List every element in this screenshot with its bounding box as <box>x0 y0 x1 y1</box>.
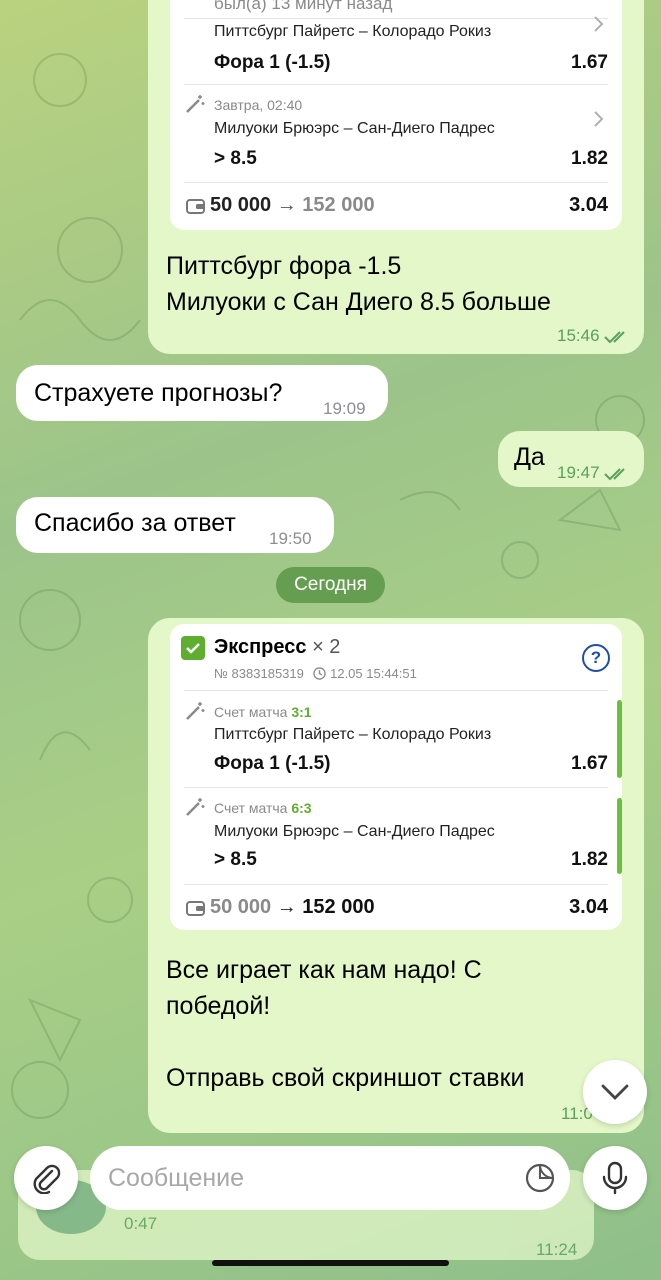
magic-wand-icon <box>184 796 206 823</box>
wallet-icon <box>186 899 206 922</box>
leg-1-odds: 1.67 <box>571 753 608 774</box>
leg-1-market: Фора 1 (-1.5) <box>214 52 331 73</box>
arrow-right-icon: → <box>276 194 303 216</box>
outgoing-bubble-3: Да 19:47 <box>498 431 644 487</box>
message-text: Страхуете прогнозы? <box>34 379 283 407</box>
leg-divider <box>184 787 608 788</box>
leg-status-bar <box>617 798 622 874</box>
leg-2-market: > 8.5 <box>214 148 257 169</box>
leg-2-time: Завтра, 02:40 <box>214 97 303 113</box>
clock-icon <box>313 667 327 680</box>
chevron-down-icon <box>601 1084 629 1100</box>
sticker-icon <box>525 1163 555 1193</box>
outgoing-message-express: Все играет как нам надо! С победой! Отпр… <box>166 952 524 1096</box>
leg-1-teams: Питтсбург Пайретс – Колорадо Рокиз <box>214 23 492 40</box>
summary-divider <box>184 884 608 885</box>
leg-2-market: > 8.5 <box>214 849 257 870</box>
microphone-icon <box>602 1161 628 1195</box>
sticker-button[interactable] <box>524 1162 556 1199</box>
microphone-button[interactable] <box>583 1146 647 1210</box>
leg-1-market: Фора 1 (-1.5) <box>214 753 331 774</box>
bet-datetime: 12.05 15:44:51 <box>330 666 417 681</box>
leg-1-score-row: Счет матча 3:1 <box>214 704 312 720</box>
help-button[interactable]: ? <box>582 644 610 672</box>
header-divider <box>184 690 608 691</box>
total-odds: 3.04 <box>569 896 608 918</box>
chevron-right-icon <box>592 109 606 134</box>
timestamp: 19:47 <box>557 463 600 482</box>
voice-duration: 0:47 <box>124 1214 158 1233</box>
leg-1-odds: 1.67 <box>571 52 608 73</box>
timestamp: 11:24 <box>536 1240 578 1259</box>
stake-amount: 50 000 <box>210 194 272 216</box>
message-line: победой! <box>166 992 271 1020</box>
timestamp: 19:09 <box>323 399 366 418</box>
leg-2-odds: 1.82 <box>571 849 608 870</box>
message-text: Да <box>514 443 545 471</box>
score-value: 6:3 <box>291 800 312 816</box>
express-bet-card[interactable]: Экспресс × 2 № 8383185319 12.05 15:44:51… <box>170 624 622 930</box>
scroll-down-button[interactable] <box>583 1060 647 1124</box>
message-text: Спасибо за ответ <box>34 509 236 537</box>
leg-2-teams: Милуоки Брюэрс – Сан-Диего Падрес <box>214 120 495 137</box>
wallet-icon <box>186 197 206 220</box>
stake-amount: 50 000 <box>210 896 272 918</box>
incoming-bubble-2: Страхуете прогнозы? 19:09 <box>16 365 388 421</box>
message-line: Все играет как нам надо! С <box>166 956 482 984</box>
chevron-right-icon <box>592 14 606 39</box>
message-line: Отправь свой скриншот ставки <box>166 1064 525 1092</box>
message-input-box[interactable] <box>90 1146 570 1210</box>
total-odds: 3.04 <box>569 194 608 216</box>
leg-2-score-row: Счет матча 6:3 <box>214 800 312 816</box>
message-line: Милуоки с Сан Диего 8.5 больше <box>166 288 551 316</box>
card-header-partial: был(а) 13 минут назад <box>214 0 393 13</box>
message-input[interactable] <box>108 1160 508 1196</box>
stake-row: 50 000 → 152 000 <box>210 194 375 217</box>
attach-button[interactable] <box>14 1146 78 1210</box>
payout-amount: 152 000 <box>302 896 375 918</box>
payout-amount: 152 000 <box>302 194 375 216</box>
message-line <box>166 1024 524 1060</box>
message-time-1: 15:46 <box>557 326 630 346</box>
magic-wand-icon <box>184 700 206 727</box>
leg-status-bar <box>617 700 622 778</box>
arrow-right-icon: → <box>276 896 303 918</box>
magic-wand-icon <box>184 93 206 120</box>
score-label: Счет матча <box>214 704 288 720</box>
score-label: Счет матча <box>214 800 288 816</box>
question-icon: ? <box>590 648 602 667</box>
bet-meta-row: № 8383185319 12.05 15:44:51 <box>214 666 417 681</box>
leg-2-teams: Милуоки Брюэрс – Сан-Диего Падрес <box>214 823 495 840</box>
outgoing-message-1: Питтсбург фора -1.5 Милуоки с Сан Диего … <box>166 248 551 320</box>
stake-row: 50 000 → 152 000 <box>210 896 375 919</box>
timestamp: 15:46 <box>557 326 600 345</box>
express-title: Экспресс <box>214 636 307 658</box>
message-time: 19:47 <box>557 455 630 491</box>
leg-1-teams: Питтсбург Пайретс – Колорадо Рокиз <box>214 726 492 743</box>
home-indicator <box>212 1260 449 1266</box>
double-check-icon <box>604 330 625 343</box>
leg-2-odds: 1.82 <box>571 148 608 169</box>
express-multiplier: × 2 <box>312 636 341 658</box>
bet-number: № 8383185319 <box>214 666 304 681</box>
incoming-bubble-4: Спасибо за ответ 19:50 <box>16 497 334 553</box>
checkbox-checked-icon <box>181 636 205 660</box>
leg-divider <box>184 84 608 85</box>
score-value: 3:1 <box>291 704 312 720</box>
date-separator: Сегодня <box>276 567 385 603</box>
express-title-row: Экспресс × 2 <box>214 636 340 659</box>
summary-divider <box>184 182 608 183</box>
message-line: Питтсбург фора -1.5 <box>166 252 402 280</box>
double-check-icon <box>604 467 625 480</box>
card-header-divider <box>184 18 608 19</box>
bet-card-top[interactable]: был(а) 13 минут назад Питтсбург Пайретс … <box>170 0 622 230</box>
timestamp: 19:50 <box>269 529 312 548</box>
paperclip-icon <box>33 1164 61 1194</box>
